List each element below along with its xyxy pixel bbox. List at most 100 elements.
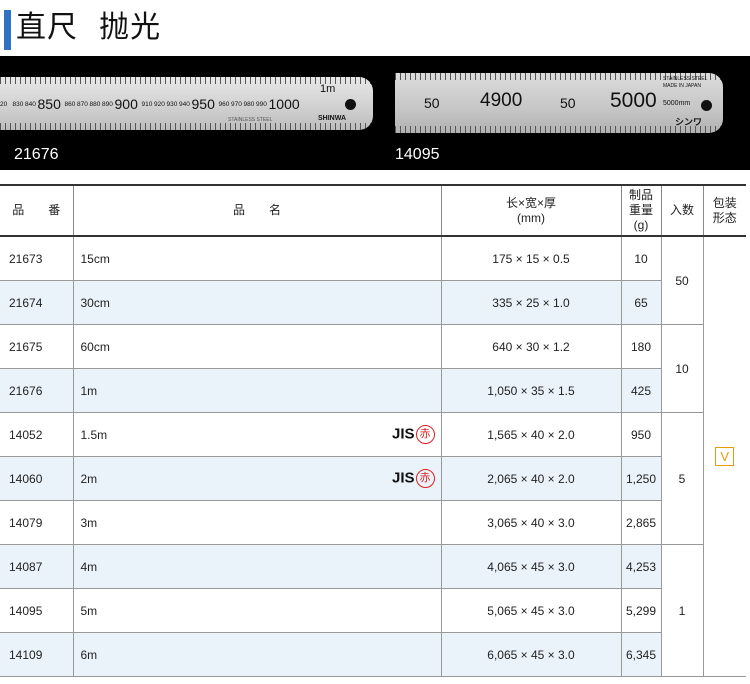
table-row: 14109 6m 6,065 × 45 × 3.0 6,345: [0, 632, 746, 677]
cell-name: 30cm: [72, 280, 441, 325]
cell-code: 14095: [0, 588, 73, 633]
cell-name: 2m JIS 赤: [72, 456, 441, 501]
table-row: 14095 5m 5,065 × 45 × 3.0 5,299: [0, 588, 746, 633]
table-row: 21674 30cm 335 × 25 × 1.0 65: [0, 280, 746, 325]
cell-weight: 180: [620, 324, 661, 369]
ruler-steel-label: STAINLESS STEEL: [663, 76, 708, 82]
cell-qty: 50: [660, 236, 703, 325]
ruler-photo-5m: 50 4900 50 5000 STAINLESS STEEL MADE IN …: [395, 73, 723, 133]
ruler-hang-hole: [345, 99, 356, 110]
table-row: 14052 1.5m JIS 赤 1,565 × 40 × 2.0 950 5: [0, 412, 746, 545]
cell-weight: 5,299: [620, 588, 661, 633]
cell-weight: 425: [620, 368, 661, 413]
cell-dims: 3,065 × 40 × 3.0: [440, 500, 621, 545]
cell-code: 14052: [0, 412, 73, 457]
ruler-scale-number: 50: [424, 95, 440, 111]
title-accent-bar: [4, 10, 11, 50]
cell-dims: 4,065 × 45 × 3.0: [440, 544, 621, 589]
cell-dims: 335 × 25 × 1.0: [440, 280, 621, 325]
ruler-scale-number: 940: [179, 101, 190, 108]
table-row: 21673 15cm 175 × 15 × 0.5 10 50 V: [0, 236, 746, 677]
header-weight: 制品 重量 (g): [620, 184, 661, 237]
ruler-scale-number: 910: [141, 101, 153, 108]
cell-weight: 950: [620, 412, 661, 457]
cell-code: 14109: [0, 632, 73, 677]
cell-weight: 65: [620, 280, 661, 325]
cell-weight: 1,250: [620, 456, 661, 501]
cell-name: 6m: [72, 632, 441, 677]
ruler-scale-number: 840: [25, 101, 36, 108]
table-header-row: 品 番 品 名 长×宽×厚 (mm) 制品 重量 (g) 入数 包装 形态: [0, 184, 746, 237]
table-row: 21676 1m 1,050 × 35 × 1.5 425: [0, 368, 746, 413]
cell-dims: 6,065 × 45 × 3.0: [440, 632, 621, 677]
cell-name: 1m: [72, 368, 441, 413]
cell-name: 1.5m JIS 赤: [72, 412, 441, 457]
table-row: 14079 3m 3,065 × 40 × 3.0 2,865: [0, 500, 746, 545]
table-row: 21675 60cm 640 × 30 × 1.2 180 10: [0, 324, 746, 413]
cell-pack: V: [702, 236, 746, 677]
ruler-scale-number: 870: [77, 101, 88, 108]
ruler-scale-number: 930: [166, 101, 178, 108]
cell-weight: 2,865: [620, 500, 661, 545]
ruler-scale-number: 20: [0, 101, 8, 108]
cell-dims: 175 × 15 × 0.5: [440, 236, 621, 281]
ruler-scale-number: 1000: [268, 96, 300, 112]
cell-name: 15cm: [72, 236, 441, 281]
ruler-scale-number: 5000: [610, 89, 657, 112]
spec-table: 品 番 品 名 长×宽×厚 (mm) 制品 重量 (g) 入数 包装 形态 21673 1…: [0, 184, 746, 677]
cell-dims: 5,065 × 45 × 3.0: [440, 588, 621, 633]
ruler-scale-number: 950: [191, 96, 215, 112]
ruler-made-label: MADE IN JAPAN: [663, 83, 701, 89]
ruler-scale-number: 900: [114, 96, 138, 112]
ruler-scale-number: 980: [243, 101, 255, 108]
ruler-scale-number: 880: [89, 101, 101, 108]
header-dims: 长×宽×厚 (mm): [440, 184, 621, 237]
ruler-scale-number: 960: [218, 101, 230, 108]
ruler-brand-logo: シンワ: [675, 117, 703, 127]
ruler-end-label: 1m: [320, 83, 336, 95]
cell-weight: 10: [620, 236, 661, 281]
product-photo-strip: 20 830 840 850 860 870 880 890 900 910 920 930 940 95…: [0, 56, 750, 170]
ruler-scale-number: 990: [256, 101, 267, 108]
header-qty: 入数: [660, 184, 703, 237]
ruler-scale-number: 850: [37, 96, 61, 112]
table-row: 14087 4m 4,065 × 45 × 3.0 4,253 1: [0, 544, 746, 677]
cell-dims: 640 × 30 × 1.2: [440, 324, 621, 369]
jis-badge: JIS 赤: [392, 469, 435, 488]
ruler-photo-code-1: 21676: [14, 146, 59, 163]
header-name: 品 名: [72, 184, 441, 237]
ruler-hang-hole: [701, 100, 712, 111]
cell-name: 60cm: [72, 324, 441, 369]
cell-dims: 2,065 × 40 × 2.0: [440, 456, 621, 501]
jis-red-mark: 赤: [415, 469, 435, 488]
ruler-steel-label: STAINLESS STEEL: [228, 117, 273, 123]
ruler-photo-1m: 20 830 840 850 860 870 880 890 900 910 920 930 940 95…: [0, 77, 373, 130]
ruler-scale-number: 4900: [480, 90, 523, 111]
ruler-scale-number: 50: [560, 95, 576, 111]
cell-code: 14079: [0, 500, 73, 545]
cell-code: 14087: [0, 544, 73, 589]
ruler-scale-number: 860: [64, 101, 76, 108]
cell-qty: 5: [660, 412, 703, 545]
cell-code: 21674: [0, 280, 73, 325]
jis-red-mark: 赤: [415, 425, 435, 444]
cell-code: 21676: [0, 368, 73, 413]
cell-code: 21673: [0, 236, 73, 281]
cell-qty: 1: [660, 544, 703, 677]
ruler-brand-logo: SHINWA: [318, 115, 346, 122]
ruler-scale-number: 890: [102, 101, 113, 108]
header-code: 品 番: [0, 184, 73, 237]
cell-weight: 6,345: [620, 632, 661, 677]
ruler-scale-number: 970: [231, 101, 242, 108]
pack-type-badge: V: [715, 447, 735, 466]
cell-dims: 1,565 × 40 × 2.0: [440, 412, 621, 457]
cell-name: 5m: [72, 588, 441, 633]
ruler-scale-number: 830: [12, 101, 24, 108]
page-header: 直尺 抛光: [0, 0, 750, 52]
cell-code: 21675: [0, 324, 73, 369]
ruler-unit-label: 5000mm: [663, 100, 691, 107]
cell-dims: 1,050 × 35 × 1.5: [440, 368, 621, 413]
jis-badge: JIS 赤: [392, 425, 435, 444]
ruler-scale-number: 920: [154, 101, 165, 108]
cell-code: 14060: [0, 456, 73, 501]
